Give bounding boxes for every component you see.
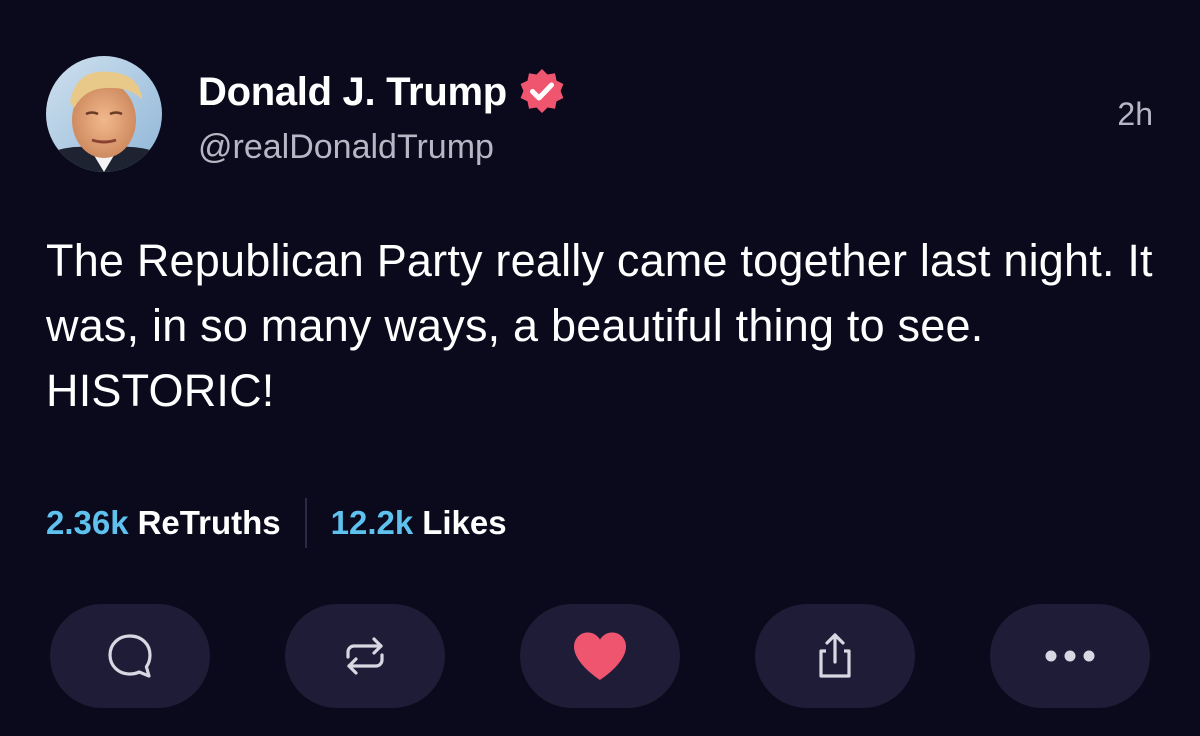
chat-bubble-icon xyxy=(108,634,152,678)
author-handle[interactable]: @realDonaldTrump xyxy=(198,128,494,167)
post-body-text: The Republican Party really came togethe… xyxy=(46,235,1153,416)
ellipsis-icon xyxy=(1045,650,1095,662)
author-display-name[interactable]: Donald J. Trump xyxy=(198,70,507,115)
share-button[interactable] xyxy=(755,604,915,708)
retruth-button[interactable] xyxy=(285,604,445,708)
action-bar xyxy=(50,604,1150,708)
retruths-stat[interactable]: 2.36k ReTruths xyxy=(46,504,281,542)
stats-divider xyxy=(304,498,307,548)
likes-label: Likes xyxy=(422,504,507,541)
author-name-row: Donald J. Trump xyxy=(198,66,567,118)
avatar[interactable] xyxy=(46,56,162,172)
repost-arrows-icon xyxy=(346,637,384,675)
likes-stat[interactable]: 12.2k Likes xyxy=(331,504,507,542)
reply-button[interactable] xyxy=(50,604,210,708)
post-timestamp: 2h xyxy=(1117,96,1153,132)
avatar-image xyxy=(46,56,162,172)
more-options-button[interactable] xyxy=(990,604,1150,708)
share-upload-icon xyxy=(819,633,851,678)
engagement-stats: 2.36k ReTruths 12.2k Likes xyxy=(46,498,507,548)
verified-badge-icon xyxy=(517,67,567,117)
like-button[interactable] xyxy=(520,604,680,708)
truth-post: Donald J. Trump @realDonaldTrump 2h The … xyxy=(0,0,1200,736)
retruths-label: ReTruths xyxy=(137,504,281,541)
retruths-count: 2.36k xyxy=(46,504,129,541)
heart-icon xyxy=(574,632,626,680)
likes-count: 12.2k xyxy=(330,504,414,541)
